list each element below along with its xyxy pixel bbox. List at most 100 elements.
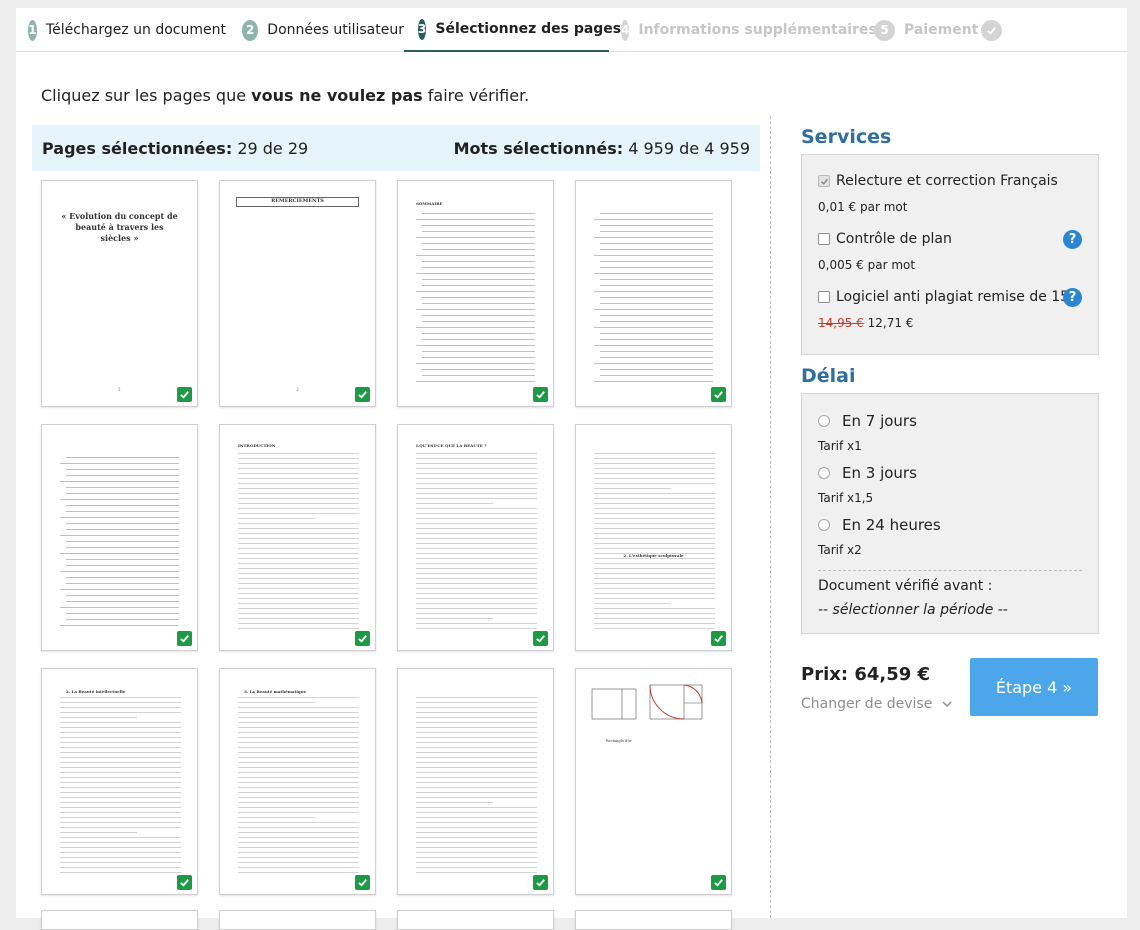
step-done [981, 8, 1011, 52]
text-line [238, 593, 359, 594]
page-number: 1 [118, 387, 121, 392]
text-line [416, 837, 537, 838]
text-line [416, 603, 537, 604]
text-line [238, 797, 359, 798]
service-option-plan-check[interactable]: Contrôle de plan [818, 231, 952, 247]
delay-option-7-days[interactable]: En 7 jours [818, 412, 917, 430]
text-line [594, 583, 715, 584]
change-currency-label: Changer de devise [801, 696, 933, 712]
page-thumbnail[interactable]: 2. L'esthétique sculpturale [575, 424, 732, 651]
text-line [416, 483, 537, 484]
text-line [416, 593, 537, 594]
text-line [422, 315, 535, 316]
page-thumbnail[interactable] [219, 910, 376, 930]
delay-rate: Tarif x1,5 [818, 491, 874, 505]
selected-check-icon [533, 387, 548, 402]
text-line [594, 518, 715, 519]
page-thumbnail[interactable]: « Evolution du concept de beauté à trave… [41, 180, 198, 407]
text-line [416, 498, 537, 499]
step-upload[interactable]: 1 Téléchargez un document [16, 8, 226, 52]
page-thumbnail[interactable] [575, 180, 732, 407]
radio-button[interactable] [818, 467, 830, 479]
text-line [416, 291, 535, 292]
text-line [60, 802, 181, 803]
text-line [416, 732, 537, 733]
text-line [238, 852, 359, 853]
next-step-button[interactable]: Étape 4 » [970, 658, 1098, 716]
radio-button[interactable] [818, 519, 830, 531]
pages-selected: Pages sélectionnées: 29 de 29 [42, 139, 308, 158]
text-line [416, 697, 537, 698]
step-user-data[interactable]: 2 Données utilisateur [226, 8, 404, 52]
text-line [238, 583, 359, 584]
help-icon[interactable]: ? [1063, 288, 1082, 307]
page-heading: SOMMAIRE [416, 201, 443, 206]
selected-check-icon [355, 631, 370, 646]
service-option-proofreading[interactable]: Relecture et correction Français [818, 173, 1058, 189]
page-thumbnail[interactable]: REMERCIEMENTS 2 [219, 180, 376, 407]
text-line [60, 867, 181, 868]
text-line [416, 807, 537, 808]
page-thumbnail[interactable] [41, 424, 198, 651]
page-thumbnail[interactable]: Rectangle d'or [575, 668, 732, 895]
cover-title: « Evolution du concept de beauté à trave… [61, 211, 178, 243]
selected-check-icon [711, 387, 726, 402]
text-line [238, 792, 359, 793]
page-thumbnail[interactable] [575, 910, 732, 930]
page-thumbnail[interactable]: INTRODUCTION [219, 424, 376, 651]
text-line [416, 573, 537, 574]
text-line [238, 528, 359, 529]
checkbox[interactable] [818, 233, 830, 245]
page-thumbnail[interactable]: 2. La Beauté intellectuelle [41, 668, 198, 895]
text-line [416, 598, 537, 599]
delay-option-3-days[interactable]: En 3 jours [818, 464, 917, 482]
text-line [594, 458, 715, 459]
words-selected: Mots sélectionnés: 4 959 de 4 959 [454, 139, 750, 158]
text-line [238, 503, 359, 504]
text-line [416, 822, 537, 823]
text-line [594, 563, 715, 564]
radio-button[interactable] [818, 415, 830, 427]
text-line [238, 548, 359, 549]
page-thumbnail[interactable] [397, 668, 554, 895]
text-line [594, 503, 715, 504]
text-line [594, 613, 715, 614]
text-line [238, 478, 359, 479]
text-line [60, 822, 181, 823]
text-line [238, 603, 359, 604]
checkbox[interactable] [818, 291, 830, 303]
text-line [594, 273, 713, 274]
page-thumbnail[interactable] [397, 910, 554, 930]
text-line [66, 487, 179, 488]
delay-option-24-hours[interactable]: En 24 heures [818, 516, 941, 534]
help-icon[interactable]: ? [1063, 230, 1082, 249]
text-line [594, 603, 671, 604]
text-line [594, 483, 715, 484]
page-thumbnail[interactable]: 3. La Beauté mathématique [219, 668, 376, 895]
text-line [238, 463, 359, 464]
text-line [60, 535, 179, 536]
text-line [594, 498, 715, 499]
text-line [416, 772, 537, 773]
page-thumbnail[interactable]: I.QU'EST-CE QUE LA BEAUTE ? [397, 424, 554, 651]
step-select-pages[interactable]: 3 Sélectionnez des pages [404, 8, 621, 52]
text-line [594, 533, 715, 534]
text-line [416, 273, 535, 274]
text-line [238, 707, 359, 708]
change-currency-link[interactable]: Changer de devise [801, 696, 952, 712]
selected-check-icon [177, 387, 192, 402]
text-line [594, 588, 715, 589]
text-line [238, 588, 359, 589]
text-line [416, 453, 537, 454]
golden-rectangle-figure [591, 684, 703, 720]
text-line [60, 757, 181, 758]
service-price: 0,005 € par mot [818, 258, 916, 272]
service-option-plagiarism[interactable]: Logiciel anti plagiat remise de 15% [818, 289, 1082, 305]
page-thumbnail[interactable] [41, 910, 198, 930]
page-thumbnail[interactable]: SOMMAIRE [397, 180, 554, 407]
text-line [238, 473, 359, 474]
text-line [238, 608, 359, 609]
text-line [238, 538, 359, 539]
verified-before-select[interactable]: -- sélectionner la période -- [818, 602, 1008, 618]
text-line [416, 523, 537, 524]
